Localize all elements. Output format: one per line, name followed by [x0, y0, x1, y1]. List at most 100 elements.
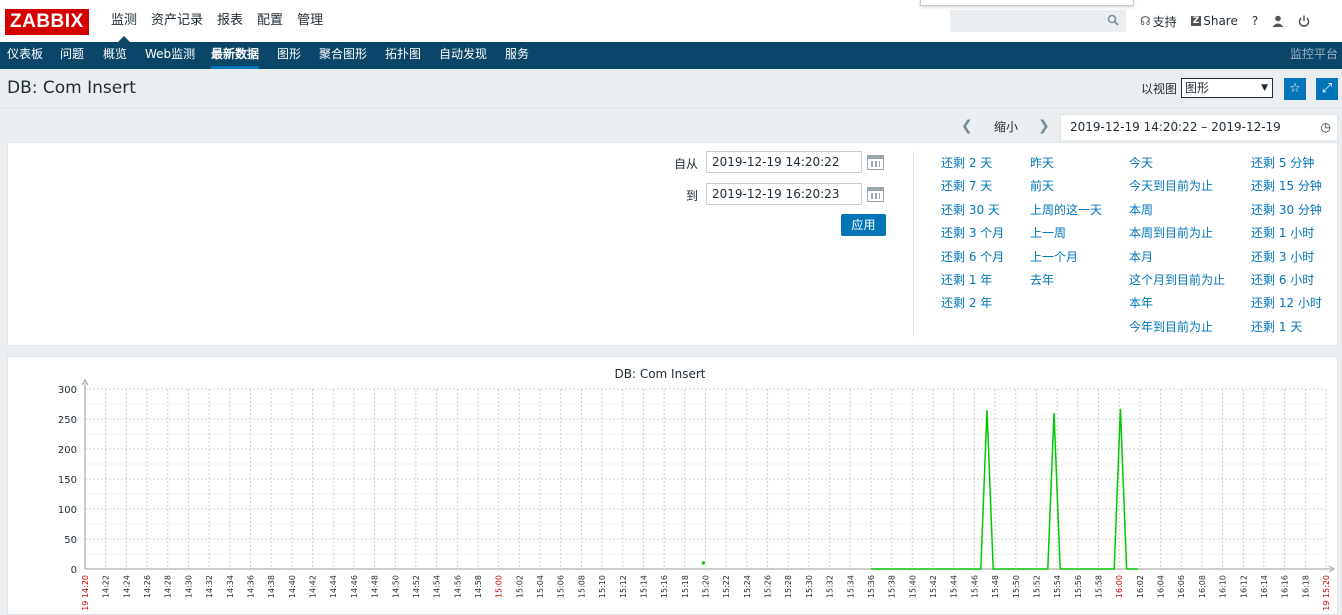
x-tick-label: 14:52	[412, 575, 421, 598]
x-tick-label: 15:40	[908, 575, 917, 598]
search-input[interactable]	[950, 10, 1126, 32]
menu-configuration[interactable]: 配置	[250, 0, 290, 42]
quick-range-link[interactable]: 本周	[1129, 201, 1153, 218]
x-tick-label: 14:34	[226, 575, 235, 598]
quick-range-link[interactable]: 还剩 3 小时	[1251, 248, 1314, 265]
favorite-star-icon[interactable]: ☆	[1284, 78, 1306, 100]
quick-range-link[interactable]: 还剩 7 天	[941, 177, 992, 194]
x-tick-label: 15:12	[619, 575, 628, 598]
sub-menu: 仪表板 问题 概览 Web监测 最新数据 图形 聚合图形 拓扑图 自动发现 服务…	[0, 42, 1342, 69]
graph-panel: DB: Com Insert 0 50 100 150 200 250 300 19 14:2…	[7, 356, 1338, 615]
quick-range-link[interactable]: 还剩 2 年	[941, 294, 992, 311]
menu-inventory[interactable]: 资产记录	[144, 0, 210, 42]
time-range-tab[interactable]: 2019-12-19 14:20:22 – 2019-12-19 16:20:2…	[1060, 114, 1338, 158]
quick-range-link[interactable]: 还剩 2 天	[941, 154, 992, 171]
x-tick-label: 15:10	[598, 575, 607, 598]
x-tick-label: 16:08	[1198, 575, 1207, 598]
divider	[913, 151, 914, 337]
search-icon[interactable]	[1107, 14, 1121, 28]
user-profile-icon[interactable]	[1272, 15, 1284, 27]
x-tick-label: 14:56	[453, 575, 462, 598]
quick-range-link[interactable]: 今年到目前为止	[1129, 318, 1213, 335]
submenu-maps[interactable]: 拓扑图	[385, 42, 421, 69]
quick-range-link[interactable]: 今天到目前为止	[1129, 177, 1213, 194]
data-point	[701, 561, 706, 565]
clock-icon: ◷	[1320, 120, 1331, 134]
x-tick-label: 14:38	[267, 575, 276, 598]
x-tick-label: 15:58	[1094, 575, 1103, 598]
to-date-input[interactable]: 2019-12-19 16:20:23	[706, 183, 862, 205]
submenu-screens[interactable]: 聚合图形	[319, 42, 367, 69]
quick-range-link[interactable]: 还剩 30 天	[941, 201, 1000, 218]
submenu-discovery[interactable]: 自动发现	[439, 42, 487, 69]
from-date-input[interactable]: 2019-12-19 14:20:22	[706, 151, 862, 173]
quick-range-link[interactable]: 本月	[1129, 248, 1153, 265]
top-links: ☊ 支持 Z Share ?	[1140, 0, 1324, 42]
quick-range-link[interactable]: 还剩 6 个月	[941, 248, 1004, 265]
x-tick-label: 15:32	[826, 575, 835, 598]
quick-range-link[interactable]: 还剩 1 天	[1251, 318, 1302, 335]
help-link[interactable]: ?	[1252, 14, 1258, 28]
x-tick-label: 16:14	[1260, 575, 1269, 598]
logout-icon[interactable]	[1298, 15, 1310, 27]
quick-range-link[interactable]: 上一个月	[1030, 248, 1078, 265]
quick-range-link[interactable]: 还剩 3 个月	[941, 224, 1004, 241]
submenu-graphs[interactable]: 图形	[277, 42, 301, 69]
quick-range-link[interactable]: 这个月到目前为止	[1129, 271, 1225, 288]
x-tick-label: 15:46	[970, 575, 979, 598]
x-tick-label: 14:46	[350, 575, 359, 598]
menu-monitoring[interactable]: 监测	[104, 0, 144, 42]
server-name: 监控平台	[1289, 47, 1338, 61]
quick-range-link[interactable]: 本周到目前为止	[1129, 224, 1213, 241]
quick-range-link[interactable]: 去年	[1030, 271, 1054, 288]
submenu-dashboard[interactable]: 仪表板	[7, 42, 43, 69]
x-tick-label: 15:20	[702, 575, 711, 598]
x-tick-label: 15:34	[846, 575, 855, 598]
top-bar: ZABBIX 监测 资产记录 报表 配置 管理 ☊ 支持 Z Share ?	[0, 0, 1342, 43]
x-tick-label: 14:44	[329, 575, 338, 598]
menu-reports[interactable]: 报表	[210, 0, 250, 42]
submenu-services[interactable]: 服务	[505, 42, 529, 69]
submenu-latest-data[interactable]: 最新数据	[211, 42, 260, 69]
apply-button[interactable]: 应用	[841, 214, 886, 236]
fullscreen-icon[interactable]: ⤢	[1316, 78, 1338, 100]
x-tick-label: 14:30	[184, 575, 193, 598]
x-tick-label: 15:26	[764, 575, 773, 598]
chevron-right-icon[interactable]: ❯	[1038, 118, 1050, 134]
view-as-select[interactable]: 图形 ▼	[1181, 78, 1273, 98]
zoom-out-button[interactable]: 缩小	[994, 118, 1018, 135]
quick-range-link[interactable]: 还剩 1 小时	[1251, 224, 1314, 241]
zabbix-logo[interactable]: ZABBIX	[5, 9, 89, 35]
page-title: DB: Com Insert	[7, 78, 136, 98]
share-z-icon: Z	[1190, 16, 1202, 26]
quick-range-link[interactable]: 前天	[1030, 177, 1054, 194]
calendar-icon[interactable]	[867, 187, 884, 202]
quick-range-link[interactable]: 上周的这一天	[1030, 201, 1102, 218]
x-tick-label: 14:32	[205, 575, 214, 598]
x-tick-label: 15:08	[577, 575, 586, 598]
submenu-web[interactable]: Web监测	[145, 42, 195, 69]
submenu-overview[interactable]: 概览	[103, 42, 127, 69]
quick-range-link[interactable]: 还剩 5 分钟	[1251, 154, 1314, 171]
x-tick-label: 16:00	[1115, 575, 1124, 598]
quick-range-link[interactable]: 还剩 6 小时	[1251, 271, 1314, 288]
x-tick-label: 15:50	[1012, 575, 1021, 598]
quick-range-link[interactable]: 昨天	[1030, 154, 1054, 171]
chevron-left-icon[interactable]: ❮	[961, 118, 973, 134]
y-tick-label: 0	[71, 565, 77, 576]
share-link[interactable]: Z Share	[1190, 14, 1238, 28]
quick-range-link[interactable]: 还剩 1 年	[941, 271, 992, 288]
quick-range-link[interactable]: 还剩 12 小时	[1251, 294, 1322, 311]
quick-range-link[interactable]: 还剩 15 分钟	[1251, 177, 1322, 194]
x-tick-label: 14:40	[288, 575, 297, 598]
support-link[interactable]: ☊ 支持	[1140, 13, 1177, 30]
calendar-icon[interactable]	[867, 155, 884, 170]
x-tick-label: 14:50	[391, 575, 400, 598]
quick-range-link[interactable]: 今天	[1129, 154, 1153, 171]
quick-range-link[interactable]: 还剩 30 分钟	[1251, 201, 1322, 218]
menu-administration[interactable]: 管理	[290, 0, 330, 42]
series-line	[871, 408, 1138, 570]
quick-range-link[interactable]: 本年	[1129, 294, 1153, 311]
quick-range-link[interactable]: 上一周	[1030, 224, 1066, 241]
submenu-problems[interactable]: 问题	[60, 42, 84, 69]
